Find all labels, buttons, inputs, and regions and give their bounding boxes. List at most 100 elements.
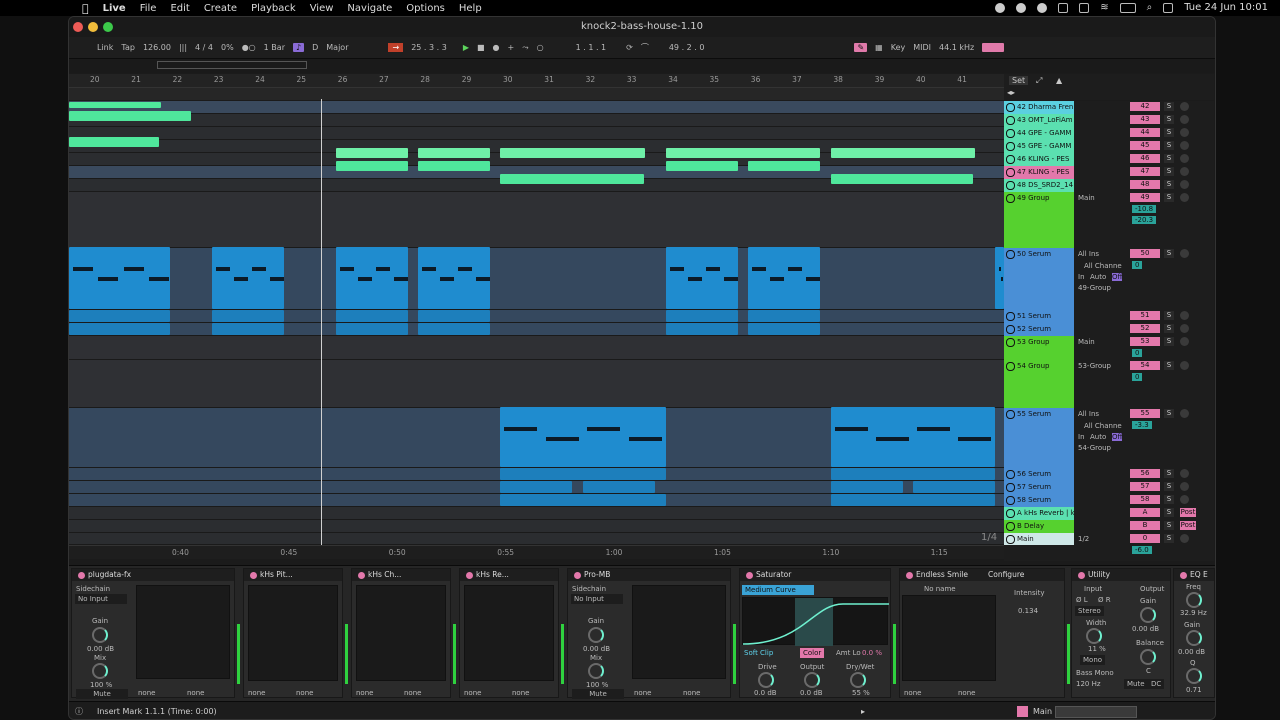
macro-select-1[interactable]: none — [248, 689, 265, 697]
track-send[interactable]: -20.3 — [1132, 216, 1157, 224]
macro-select-2[interactable]: none — [958, 689, 975, 697]
power-icon[interactable] — [1078, 571, 1085, 579]
menu-file[interactable]: File — [140, 3, 157, 14]
arrangement-clip[interactable] — [212, 310, 284, 322]
arrangement-clip[interactable] — [500, 407, 666, 467]
arrangement-clip[interactable] — [748, 323, 820, 335]
arm-button[interactable] — [1180, 324, 1189, 333]
arrangement-clip[interactable] — [336, 247, 409, 309]
scroll-right-icon[interactable]: ▸ — [861, 702, 865, 719]
macro-select-2[interactable]: none — [683, 689, 700, 697]
track-activator[interactable]: B — [1130, 521, 1160, 530]
macro-select-1[interactable]: none — [356, 689, 373, 697]
track-name[interactable]: 44 GPE - GAMM — [1004, 127, 1074, 140]
info-icon[interactable]: ⓘ — [75, 702, 83, 719]
arm-button[interactable] — [1180, 482, 1189, 491]
solo-button[interactable]: S — [1164, 193, 1174, 202]
arm-button[interactable] — [1180, 193, 1189, 202]
arrangement-clip[interactable] — [831, 174, 973, 184]
key-map-button[interactable]: Key — [891, 43, 906, 52]
track-header[interactable]: 52 Serum 52 S — [1004, 323, 1214, 336]
key-select[interactable]: D — [312, 43, 318, 52]
gain-knob[interactable] — [1186, 630, 1202, 646]
arm-button[interactable] — [1180, 249, 1189, 258]
track-volume[interactable]: 0 — [1132, 261, 1143, 269]
color-toggle[interactable]: Color — [800, 648, 825, 658]
tempo-field[interactable]: 126.00 — [143, 43, 171, 52]
phase-right-toggle[interactable]: Ø R — [1098, 596, 1111, 604]
arm-button[interactable] — [1180, 361, 1189, 370]
signature-field[interactable]: 4 / 4 — [195, 43, 213, 52]
clock[interactable]: Tue 24 Jun 10:01 — [1184, 2, 1268, 13]
nav-arrows-icon[interactable]: ◂▸ — [1007, 88, 1015, 97]
balance-knob[interactable] — [1140, 649, 1156, 665]
arrangement-clip[interactable] — [418, 247, 491, 309]
menu-playback[interactable]: Playback — [251, 3, 296, 14]
macro-select-2[interactable]: none — [296, 689, 313, 697]
activity-icon[interactable] — [1037, 2, 1048, 13]
track-volume[interactable]: -3.3 — [1132, 421, 1152, 429]
track-volume[interactable]: -6.0 — [1132, 546, 1152, 554]
arm-button[interactable] — [1180, 141, 1189, 150]
track-header[interactable]: 46 KLING - PES 46 S — [1004, 153, 1214, 166]
sidechain-input-select[interactable]: No Input — [571, 594, 623, 604]
track-name[interactable]: 46 KLING - PES — [1004, 153, 1074, 166]
arm-button[interactable] — [1180, 534, 1189, 543]
expand-icon[interactable]: ⤢ — [1036, 76, 1042, 86]
capture-icon[interactable]: ○ — [537, 43, 544, 52]
arrangement-clip[interactable] — [831, 494, 995, 506]
arm-button[interactable] — [1180, 337, 1189, 346]
intensity-value[interactable]: 0.134 — [1018, 607, 1038, 615]
track-header[interactable]: 55 Serum All Ins All Channe In Auto Off 54-Gro… — [1004, 408, 1214, 468]
track-header[interactable]: B Delay B S Post — [1004, 520, 1214, 533]
arrangement-clip[interactable] — [995, 247, 1004, 309]
track-activator[interactable]: A — [1130, 508, 1160, 517]
track-name[interactable]: 52 Serum — [1004, 323, 1074, 336]
track-header[interactable]: 43 OMT_LoFiAm 43 S — [1004, 114, 1214, 127]
track-lane[interactable] — [69, 360, 1004, 408]
preset-name[interactable]: No name — [924, 585, 956, 593]
curve-type-select[interactable]: Medium Curve — [742, 585, 814, 595]
post-button[interactable]: Post — [1180, 508, 1196, 517]
arrangement-clip[interactable] — [336, 161, 408, 171]
spotify-icon[interactable] — [1016, 2, 1027, 13]
arm-button[interactable] — [1180, 495, 1189, 504]
track-lane[interactable] — [69, 310, 1004, 323]
solo-button[interactable]: S — [1164, 128, 1174, 137]
arrangement-clip[interactable] — [666, 310, 738, 322]
overview-strip[interactable] — [69, 59, 1215, 73]
monitor-in[interactable]: In — [1078, 273, 1085, 281]
track-name[interactable]: 56 Serum — [1004, 468, 1074, 481]
overdub-icon[interactable]: + — [508, 43, 515, 52]
bass-mono-toggle[interactable]: Bass Mono — [1076, 669, 1114, 677]
gain-knob[interactable] — [588, 627, 604, 643]
follow-arrangement-icon[interactable]: → — [388, 43, 404, 52]
track-header[interactable]: 56 Serum 56 S — [1004, 468, 1214, 481]
monitor-auto[interactable]: Auto — [1090, 433, 1106, 441]
metronome-icon[interactable]: ||| — [179, 43, 187, 52]
solo-button[interactable]: S — [1164, 167, 1174, 176]
zoom-window-button[interactable] — [103, 22, 113, 32]
follow-icon[interactable]: ●○ — [242, 43, 256, 52]
track-header[interactable]: 47 KLING - PES 47 S — [1004, 166, 1214, 179]
width-knob[interactable] — [1086, 628, 1102, 644]
track-activator[interactable]: 48 — [1130, 180, 1160, 189]
solo-button[interactable]: S — [1164, 469, 1174, 478]
track-lane[interactable] — [69, 533, 1004, 545]
arrangement-clip[interactable] — [913, 481, 995, 493]
track-routing[interactable]: 1/2 — [1078, 535, 1089, 543]
loop-start-field[interactable]: 1 . 1 . 1 — [576, 43, 607, 52]
track-name[interactable]: Main — [1004, 533, 1074, 545]
solo-button[interactable]: S — [1164, 521, 1174, 530]
record-status-icon[interactable] — [995, 2, 1006, 13]
track-name[interactable]: 48 DS_SRD2_14 — [1004, 179, 1074, 192]
track-name[interactable]: 51 Serum — [1004, 310, 1074, 323]
menu-edit[interactable]: Edit — [170, 3, 189, 14]
power-icon[interactable] — [574, 571, 581, 579]
track-lane[interactable] — [69, 336, 1004, 360]
wifi-icon[interactable]: ≋ — [1100, 2, 1108, 13]
saturation-curve-display[interactable] — [742, 597, 889, 646]
menu-help[interactable]: Help — [459, 3, 482, 14]
track-activator[interactable]: 55 — [1130, 409, 1160, 418]
arrangement-clip[interactable] — [831, 407, 995, 467]
